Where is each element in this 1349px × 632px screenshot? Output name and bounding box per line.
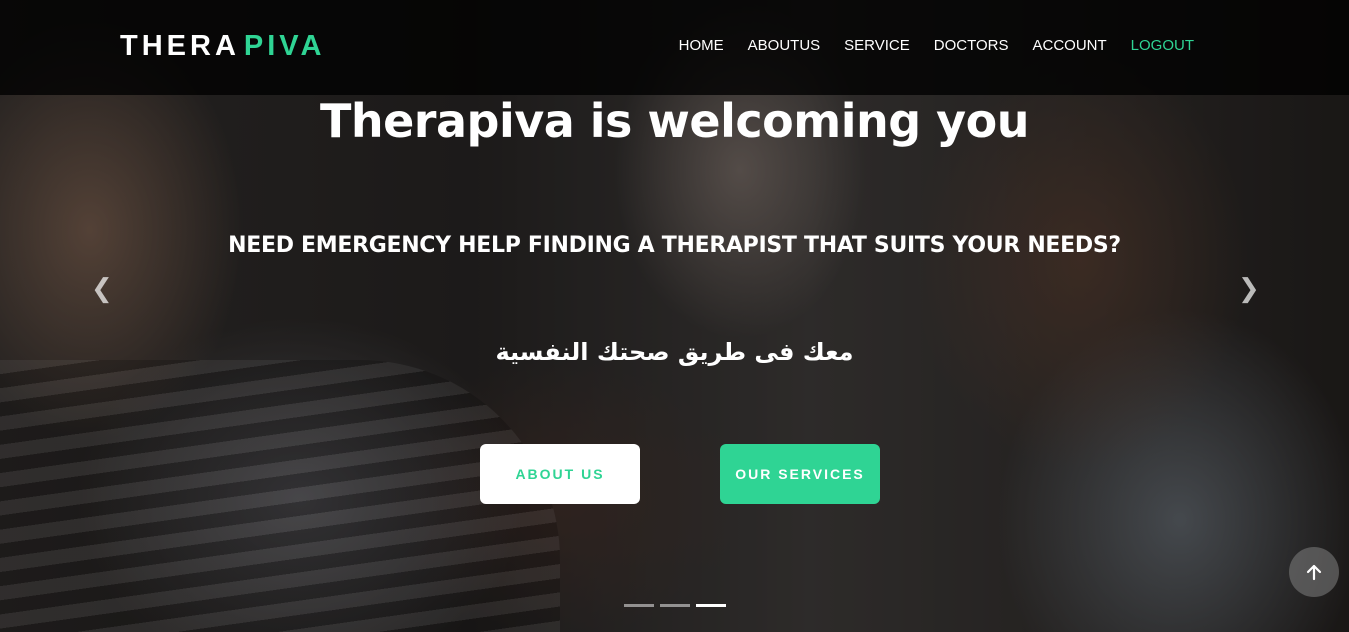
arrow-up-icon <box>1306 564 1322 581</box>
chevron-left-icon: ❮ <box>91 274 113 304</box>
carousel-next-button[interactable]: ❯ <box>1238 276 1260 302</box>
nav-item-doctors[interactable]: DOCTORS <box>934 37 1009 54</box>
hero-subline: NEED EMERGENCY HELP FINDING A THERAPIST … <box>228 233 1121 258</box>
brand-logo-part1: THERA <box>120 30 240 62</box>
our-services-button[interactable]: OUR SERVICES <box>720 444 880 504</box>
brand-logo[interactable]: THERA PIVA <box>120 30 325 63</box>
scroll-to-top-button[interactable] <box>1289 547 1339 597</box>
hero-headline: Therapiva is welcoming you <box>319 94 1030 148</box>
nav-item-service[interactable]: SERVICE <box>844 37 910 54</box>
carousel-indicator-1[interactable] <box>624 604 654 607</box>
hero-arabic-tagline: معك فى طريق صحتك النفسية <box>495 338 854 366</box>
chevron-right-icon: ❯ <box>1238 274 1260 304</box>
about-us-button[interactable]: ABOUT US <box>480 444 640 504</box>
carousel-indicators <box>624 604 726 607</box>
nav-item-logout[interactable]: LOGOUT <box>1131 37 1194 54</box>
brand-logo-part2: PIVA <box>243 30 326 62</box>
hero-carousel: THERA PIVA HOME ABOUTUS SERVICE DOCTORS A… <box>0 0 1349 632</box>
nav-item-aboutus[interactable]: ABOUTUS <box>748 37 821 54</box>
navbar: THERA PIVA HOME ABOUTUS SERVICE DOCTORS A… <box>0 0 1349 95</box>
main-nav: HOME ABOUTUS SERVICE DOCTORS ACCOUNT LOG… <box>679 37 1194 54</box>
carousel-indicator-3[interactable] <box>696 604 726 607</box>
nav-item-account[interactable]: ACCOUNT <box>1032 37 1106 54</box>
carousel-indicator-2[interactable] <box>660 604 690 607</box>
nav-item-home[interactable]: HOME <box>679 37 724 54</box>
carousel-prev-button[interactable]: ❮ <box>91 276 113 302</box>
